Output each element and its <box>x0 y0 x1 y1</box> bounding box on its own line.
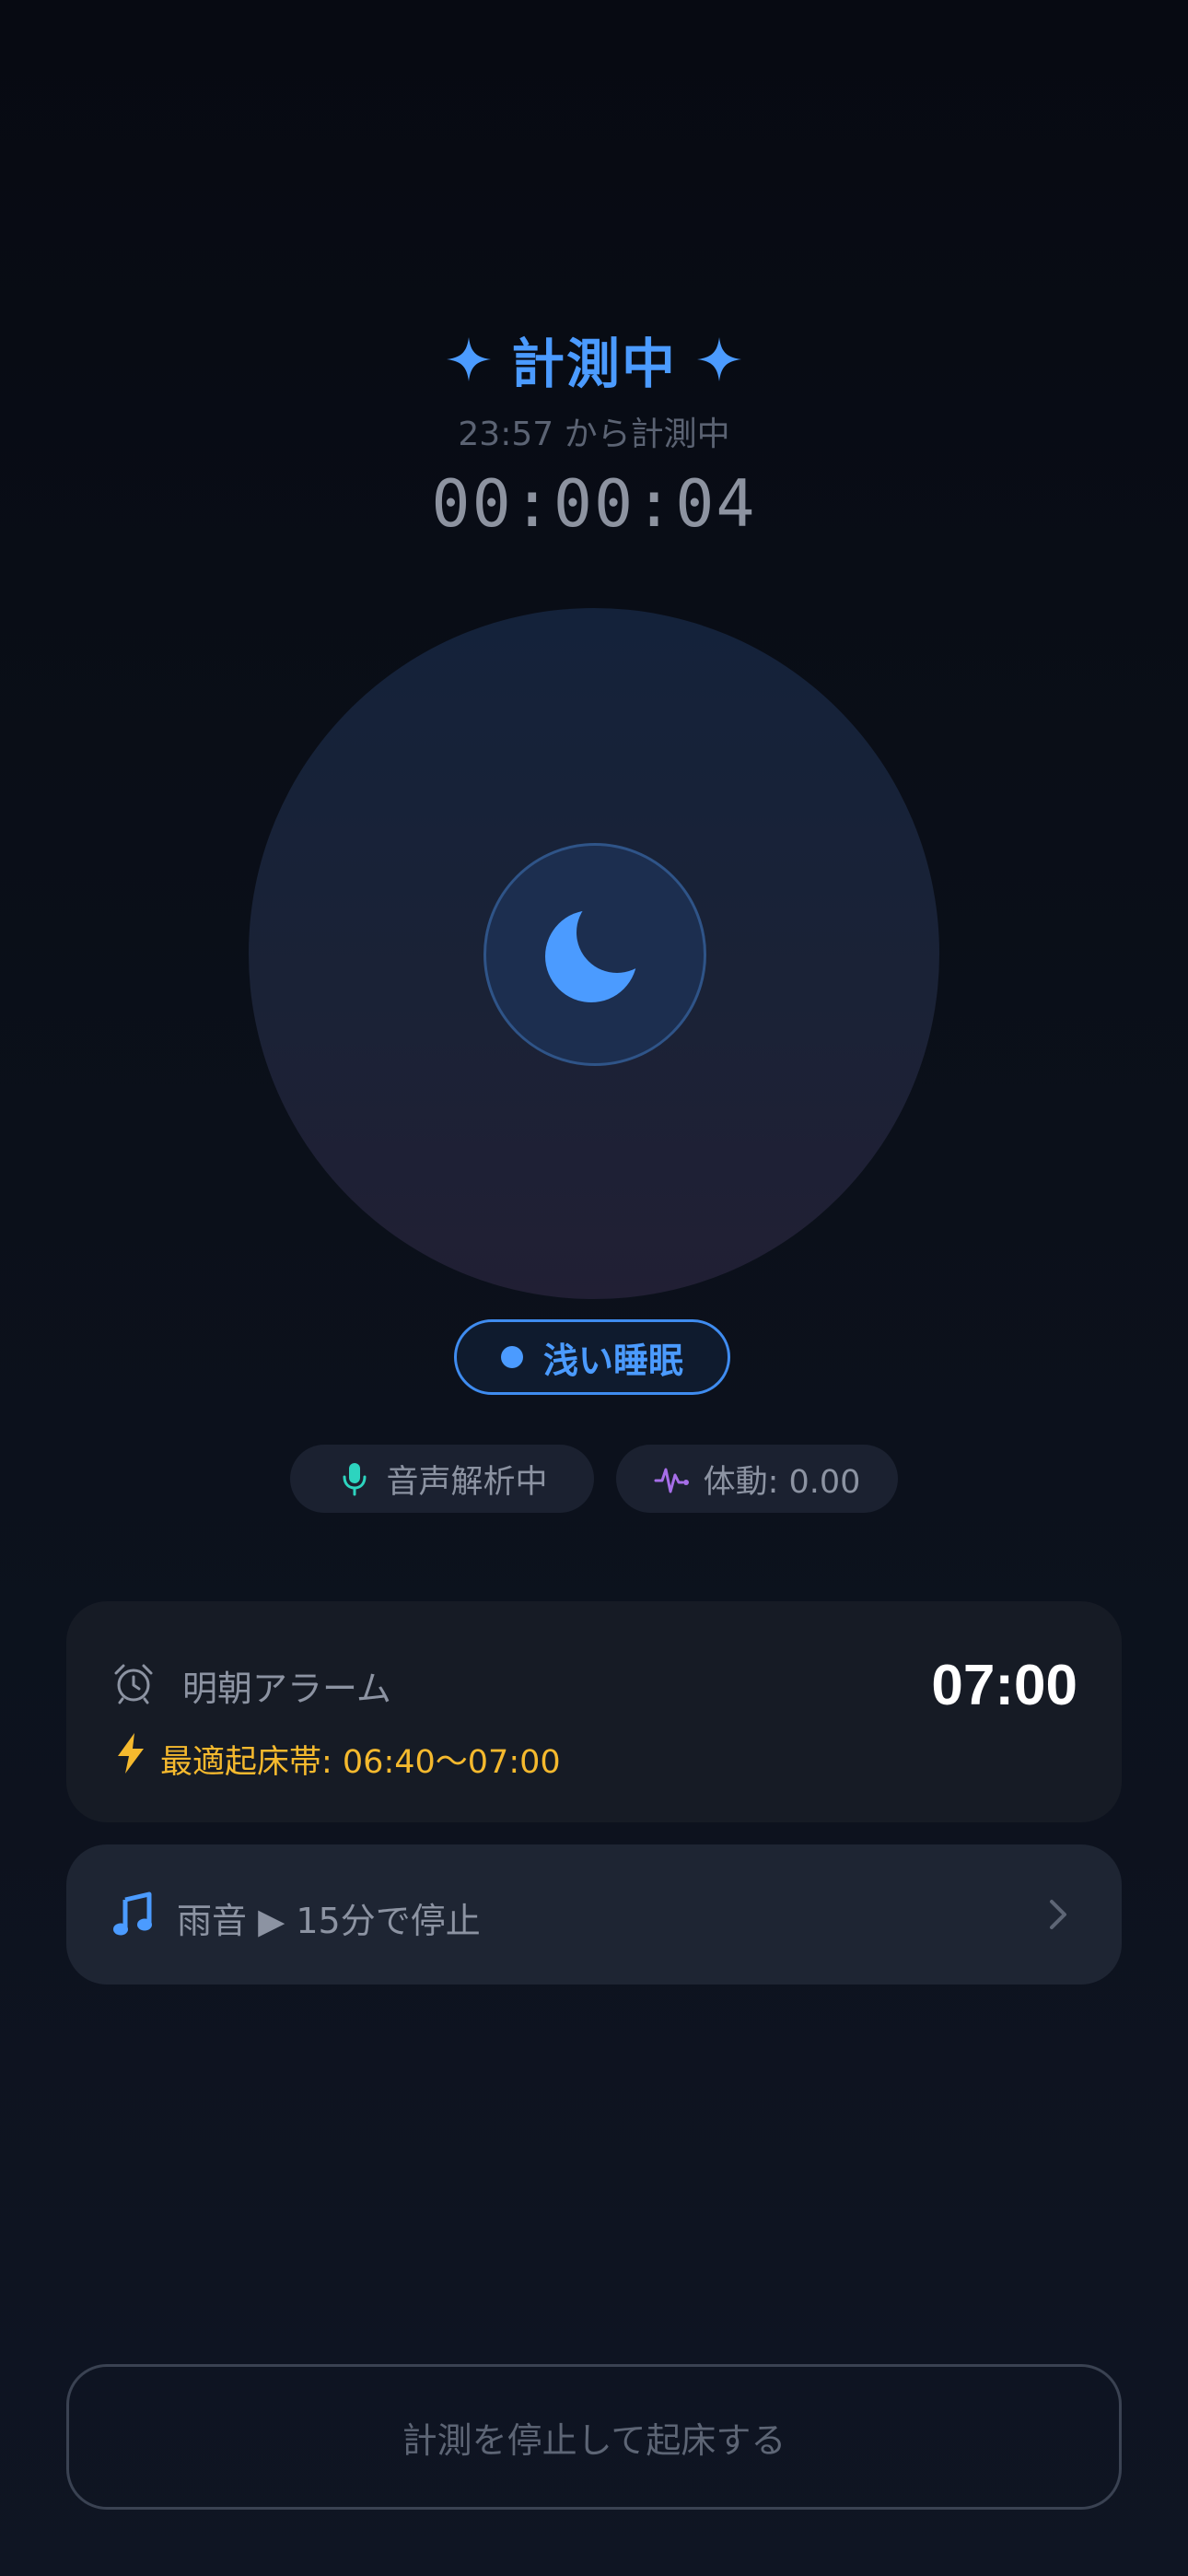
alarm-card[interactable]: 明朝アラーム 07:00 最適起床帯: 06:40〜07:00 <box>66 1601 1122 1822</box>
music-note-icon <box>113 1891 152 1936</box>
stop-and-wake-button[interactable]: 計測を停止して起床する <box>66 2364 1122 2510</box>
sleep-orb <box>249 608 939 1299</box>
alarm-clock-icon <box>114 1664 153 1704</box>
moon-icon <box>545 910 637 1002</box>
sparkle-icon <box>446 337 491 381</box>
microphone-icon <box>343 1463 367 1496</box>
orb-inner-circle <box>483 843 706 1066</box>
audio-analysis-chip: 音声解析中 <box>290 1445 594 1513</box>
motion-chip: 体動: 0.00 <box>616 1445 898 1513</box>
page-title: 計測中 <box>510 333 677 395</box>
elapsed-timer: 00:00:04 <box>431 466 757 542</box>
alarm-label: 明朝アラーム <box>182 1669 391 1709</box>
sleep-stage-badge: 浅い睡眠 <box>454 1319 730 1395</box>
title-row: 計測中 <box>0 321 1188 398</box>
start-time-note: 23:57 から計測中 <box>458 416 730 453</box>
motion-label: 体動: 0.00 <box>703 1463 861 1501</box>
chevron-right-icon <box>1050 1900 1066 1929</box>
audio-analysis-label: 音声解析中 <box>386 1463 548 1501</box>
optimal-wake-window: 最適起床帯: 06:40〜07:00 <box>160 1744 561 1781</box>
sleep-sound-card[interactable]: 雨音 ▶ 15分で停止 <box>66 1844 1122 1985</box>
sparkle-icon <box>697 337 741 381</box>
activity-icon <box>654 1468 689 1493</box>
sleep-sound-label: 雨音 ▶ 15分で停止 <box>177 1901 481 1941</box>
stage-dot-icon <box>500 1346 523 1368</box>
alarm-time: 07:00 <box>931 1654 1077 1717</box>
sleep-stage-label: 浅い睡眠 <box>542 1340 683 1381</box>
lightning-icon <box>118 1733 144 1774</box>
